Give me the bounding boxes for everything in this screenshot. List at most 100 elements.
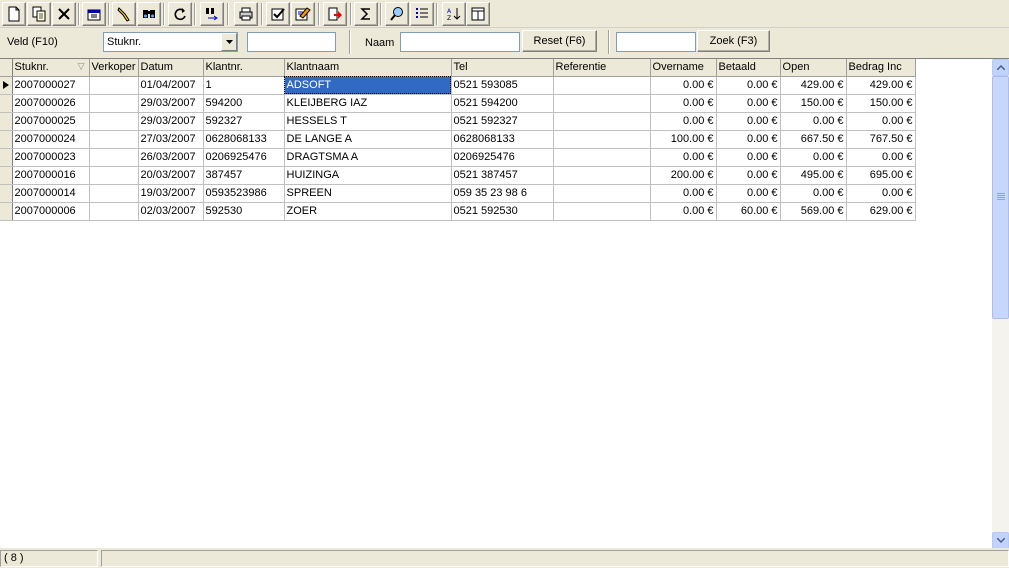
cell-klantnaam[interactable]: ADSOFT (284, 76, 452, 95)
cell-klantnaam[interactable]: DE LANGE A (284, 130, 452, 149)
table-row[interactable]: 2007000027 01/04/2007 1 ADSOFT 0521 593085 0.… (0, 76, 916, 95)
cell-bedrag-inc[interactable]: 695.00 € (846, 166, 916, 185)
table-row[interactable]: 2007000014 19/03/2007 0593523986 SPREEN 059 … (0, 184, 916, 203)
row-indicator[interactable] (0, 184, 13, 203)
cell-klantnr[interactable]: 387457 (203, 166, 285, 185)
cell-klantnaam[interactable]: HUIZINGA (284, 166, 452, 185)
cell-tel[interactable]: 0206925476 (451, 148, 554, 167)
cell-open[interactable]: 429.00 € (780, 76, 847, 95)
cell-verkoper[interactable] (89, 148, 139, 167)
cell-tel[interactable]: 0521 592327 (451, 112, 554, 131)
cell-tel[interactable]: 0628068133 (451, 130, 554, 149)
cell-overname[interactable]: 100.00 € (650, 130, 717, 149)
column-header-betaald[interactable]: Betaald (716, 59, 781, 77)
cell-datum[interactable]: 01/04/2007 (138, 76, 204, 95)
column-header-open[interactable]: Open (780, 59, 847, 77)
cell-verkoper[interactable] (89, 166, 139, 185)
zoek-button[interactable]: Zoek (F3) (697, 30, 770, 52)
cell-tel[interactable]: 0521 593085 (451, 76, 554, 95)
cell-open[interactable]: 0.00 € (780, 112, 847, 131)
data-grid[interactable]: Stuknr. ▽ Verkoper Datum Klantnr. Klantna… (0, 58, 1009, 548)
row-indicator[interactable] (0, 166, 13, 185)
cell-open[interactable]: 569.00 € (780, 202, 847, 221)
cell-verkoper[interactable] (89, 94, 139, 113)
row-indicator[interactable] (0, 76, 13, 95)
naam-input[interactable] (400, 32, 520, 52)
cell-referentie[interactable] (553, 76, 651, 95)
cell-stuknr[interactable]: 2007000024 (12, 130, 90, 149)
cell-referentie[interactable] (553, 166, 651, 185)
cell-klantnr[interactable]: 0593523986 (203, 184, 285, 203)
cell-betaald[interactable]: 0.00 € (716, 76, 781, 95)
cell-datum[interactable]: 20/03/2007 (138, 166, 204, 185)
cell-open[interactable]: 0.00 € (780, 148, 847, 167)
scroll-down-button[interactable] (992, 532, 1009, 548)
cell-bedrag-inc[interactable]: 767.50 € (846, 130, 916, 149)
cell-verkoper[interactable] (89, 130, 139, 149)
cell-open[interactable]: 667.50 € (780, 130, 847, 149)
cell-stuknr[interactable]: 2007000023 (12, 148, 90, 167)
column-header-klantnaam[interactable]: Klantnaam (284, 59, 452, 77)
cell-klantnr[interactable]: 594200 (203, 94, 285, 113)
row-indicator[interactable] (0, 202, 13, 221)
cell-referentie[interactable] (553, 148, 651, 167)
refresh-button[interactable] (168, 2, 192, 26)
cell-betaald[interactable]: 0.00 € (716, 130, 781, 149)
cell-tel[interactable]: 0521 387457 (451, 166, 554, 185)
cell-klantnr[interactable]: 592327 (203, 112, 285, 131)
column-header-overname[interactable]: Overname (650, 59, 717, 77)
cell-datum[interactable]: 29/03/2007 (138, 94, 204, 113)
cell-betaald[interactable]: 60.00 € (716, 202, 781, 221)
cell-klantnaam[interactable]: KLEIJBERG IAZ (284, 94, 452, 113)
column-header-referentie[interactable]: Referentie (553, 59, 651, 77)
cell-datum[interactable]: 26/03/2007 (138, 148, 204, 167)
column-header-tel[interactable]: Tel (451, 59, 554, 77)
cell-bedrag-inc[interactable]: 150.00 € (846, 94, 916, 113)
column-header-stuknr[interactable]: Stuknr. ▽ (12, 59, 90, 77)
cell-overname[interactable]: 200.00 € (650, 166, 717, 185)
row-indicator[interactable] (0, 130, 13, 149)
row-indicator[interactable] (0, 94, 13, 113)
print-button[interactable] (234, 2, 258, 26)
cell-klantnaam[interactable]: HESSELS T (284, 112, 452, 131)
cell-verkoper[interactable] (89, 184, 139, 203)
find-button[interactable] (137, 2, 161, 26)
cell-klantnr[interactable]: 592530 (203, 202, 285, 221)
veld-select[interactable]: Stuknr. (103, 32, 238, 52)
cell-referentie[interactable] (553, 202, 651, 221)
cell-open[interactable]: 495.00 € (780, 166, 847, 185)
cell-tel[interactable]: 059 35 23 98 6 (451, 184, 554, 203)
cell-bedrag-inc[interactable]: 429.00 € (846, 76, 916, 95)
cell-referentie[interactable] (553, 112, 651, 131)
cell-klantnaam[interactable]: ZOER (284, 202, 452, 221)
zoek-input[interactable] (616, 32, 696, 52)
delete-button[interactable] (52, 2, 76, 26)
table-row[interactable]: 2007000025 29/03/2007 592327 HESSELS T 0521 … (0, 112, 916, 131)
cell-overname[interactable]: 0.00 € (650, 112, 717, 131)
cell-overname[interactable]: 0.00 € (650, 202, 717, 221)
scrollbar-thumb[interactable] (992, 76, 1009, 319)
cell-tel[interactable]: 0521 594200 (451, 94, 554, 113)
cell-datum[interactable]: 29/03/2007 (138, 112, 204, 131)
cell-datum[interactable]: 27/03/2007 (138, 130, 204, 149)
cell-referentie[interactable] (553, 130, 651, 149)
chevron-down-icon[interactable] (221, 33, 237, 51)
list-button[interactable] (410, 2, 434, 26)
table-row[interactable]: 2007000016 20/03/2007 387457 HUIZINGA 0521 3… (0, 166, 916, 185)
scroll-up-button[interactable] (992, 59, 1009, 76)
cell-bedrag-inc[interactable]: 0.00 € (846, 148, 916, 167)
cell-stuknr[interactable]: 2007000025 (12, 112, 90, 131)
cell-stuknr[interactable]: 2007000027 (12, 76, 90, 95)
cell-datum[interactable]: 02/03/2007 (138, 202, 204, 221)
cell-betaald[interactable]: 0.00 € (716, 112, 781, 131)
cell-stuknr[interactable]: 2007000014 (12, 184, 90, 203)
column-header-bedrag-inc[interactable]: Bedrag Inc (846, 59, 916, 77)
reset-button[interactable]: Reset (F6) (522, 30, 597, 52)
table-row[interactable]: 2007000026 29/03/2007 594200 KLEIJBERG IAZ 0… (0, 94, 916, 113)
cell-betaald[interactable]: 0.00 € (716, 148, 781, 167)
vertical-scrollbar[interactable] (992, 59, 1009, 548)
cell-betaald[interactable]: 0.00 € (716, 184, 781, 203)
table-row[interactable]: 2007000024 27/03/2007 0628068133 DE LANGE A… (0, 130, 916, 149)
cell-klantnr[interactable]: 1 (203, 76, 285, 95)
column-header-datum[interactable]: Datum (138, 59, 204, 77)
